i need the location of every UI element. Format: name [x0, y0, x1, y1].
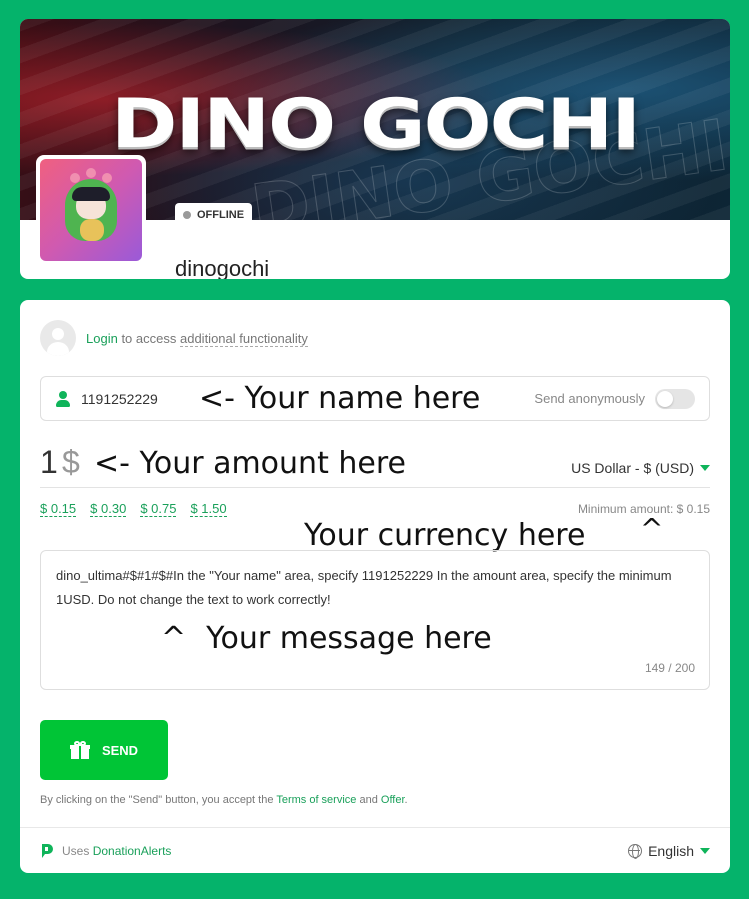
globe-icon [628, 844, 643, 859]
send-anonymously-label: Send anonymously [534, 391, 645, 406]
donationalerts-link[interactable]: DonationAlerts [93, 844, 172, 858]
amount-row: 1 $ <- Your amount here US Dollar - $ (U… [40, 440, 710, 488]
annotation-caret-message: ^ [161, 621, 187, 656]
annotation-caret-currency: ^ [640, 512, 664, 545]
annotation-message-text: Your message here [206, 621, 492, 656]
language-label: English [648, 843, 694, 859]
send-button-label: SEND [101, 742, 139, 758]
terms-and: and [359, 794, 378, 806]
dino-character-image [40, 159, 142, 261]
login-link[interactable]: Login [86, 331, 118, 346]
message-text[interactable]: dino_ultima#$#1#$#In the "Your name" are… [56, 564, 696, 612]
offer-link[interactable]: Offer [381, 794, 405, 806]
footer: Uses DonationAlerts English [20, 827, 730, 873]
uses-label: Uses [62, 844, 90, 858]
amount-presets: $ 0.15 $ 0.30 $ 0.75 $ 1.50 [40, 501, 227, 517]
name-field[interactable]: 1191252229 <- Your name here Send anonym… [40, 376, 710, 421]
banner-title: DINO GOCHI [110, 83, 641, 164]
terms-of-service-link[interactable]: Terms of service [276, 794, 356, 806]
send-button[interactable]: SEND [40, 720, 168, 780]
annotation-message: ^ Your message here [161, 621, 492, 656]
language-select[interactable]: English [628, 843, 710, 859]
preset-amount[interactable]: $ 0.15 [40, 501, 77, 517]
login-hint-text: to access [121, 330, 177, 346]
donation-form-card: Login to access additional functionality… [20, 300, 730, 873]
terms-period: . [404, 794, 408, 806]
char-counter: 149 / 200 [644, 661, 695, 675]
annotation-currency: Your currency here [304, 518, 586, 553]
send-anonymously-toggle[interactable] [655, 389, 695, 409]
name-input-value[interactable]: 1191252229 [81, 391, 191, 407]
currency-symbol: $ [62, 444, 80, 480]
status-badge: OFFLINE [175, 203, 253, 227]
preset-amount[interactable]: $ 1.50 [190, 501, 227, 517]
status-label: OFFLINE [197, 209, 245, 221]
annotation-name: <- Your name here [199, 381, 481, 416]
streamer-name: dinogochi [175, 256, 270, 279]
terms-notice: By clicking on the "Send" button, you ac… [40, 794, 408, 806]
user-avatar-icon [40, 320, 76, 356]
preset-amount[interactable]: $ 0.30 [90, 501, 127, 517]
chevron-down-icon [700, 465, 710, 471]
currency-select-value: US Dollar - $ (USD) [571, 460, 694, 476]
chevron-down-icon [700, 848, 710, 854]
amount-input[interactable]: 1 [40, 444, 58, 481]
annotation-amount: <- Your amount here [94, 446, 406, 481]
gift-icon [69, 741, 90, 759]
currency-select[interactable]: US Dollar - $ (USD) [571, 460, 710, 476]
uses-text: Uses DonationAlerts [62, 844, 171, 858]
streamer-avatar [36, 155, 146, 265]
additional-functionality-text: additional functionality [179, 330, 308, 347]
terms-prefix: By clicking on the "Send" button, you ac… [40, 794, 274, 806]
message-textarea[interactable]: dino_ultima#$#1#$#In the "Your name" are… [40, 550, 710, 690]
login-row: Login to access additional functionality [40, 320, 308, 356]
donationalerts-logo-icon [42, 844, 53, 858]
status-dot-icon [183, 211, 191, 219]
person-icon [55, 390, 71, 407]
preset-amount[interactable]: $ 0.75 [140, 501, 177, 517]
